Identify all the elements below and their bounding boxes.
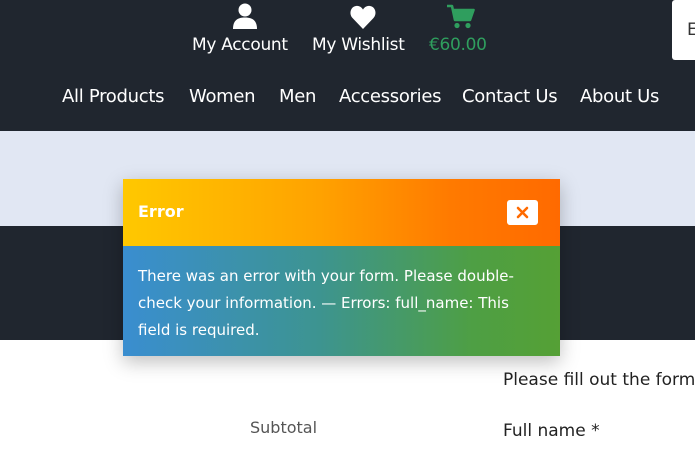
nav-item-women[interactable]: Women [189, 86, 256, 107]
cart-icon [447, 4, 475, 29]
error-message: There was an error with your form. Pleas… [138, 267, 514, 339]
close-button[interactable] [507, 200, 538, 225]
header-top-links: My Account My Wishlist €60.00 [0, 0, 695, 60]
error-modal-title: Error [138, 202, 184, 221]
user-icon [233, 3, 257, 29]
nav-item-accessories[interactable]: Accessories [339, 86, 441, 107]
side-widget-tab[interactable]: E [672, 0, 695, 60]
nav-item-contact-us[interactable]: Contact Us [462, 86, 558, 107]
my-wishlist-link[interactable]: My Wishlist [311, 0, 417, 60]
heart-icon [350, 5, 376, 30]
nav-item-men[interactable]: Men [279, 86, 316, 107]
error-modal-body: There was an error with your form. Pleas… [123, 246, 560, 356]
subtotal-label: Subtotal [250, 418, 318, 437]
cart-link[interactable]: €60.00 [428, 0, 494, 60]
full-name-label: Full name * [503, 421, 600, 441]
cart-total: €60.00 [429, 35, 487, 55]
form-intro-text: Please fill out the form [503, 370, 695, 390]
close-icon [516, 206, 529, 219]
my-wishlist-label: My Wishlist [312, 35, 405, 55]
nav-item-all-products[interactable]: All Products [62, 86, 164, 107]
my-account-label: My Account [192, 35, 288, 55]
error-modal: Error There was an error with your form.… [123, 179, 560, 356]
error-modal-header: Error [123, 179, 560, 246]
main-navigation: All Products Women Men Accessories Conta… [0, 86, 695, 110]
my-account-link[interactable]: My Account [191, 0, 299, 60]
site-header: My Account My Wishlist €60.00 E All Prod… [0, 0, 695, 131]
nav-item-about-us[interactable]: About Us [580, 86, 659, 107]
